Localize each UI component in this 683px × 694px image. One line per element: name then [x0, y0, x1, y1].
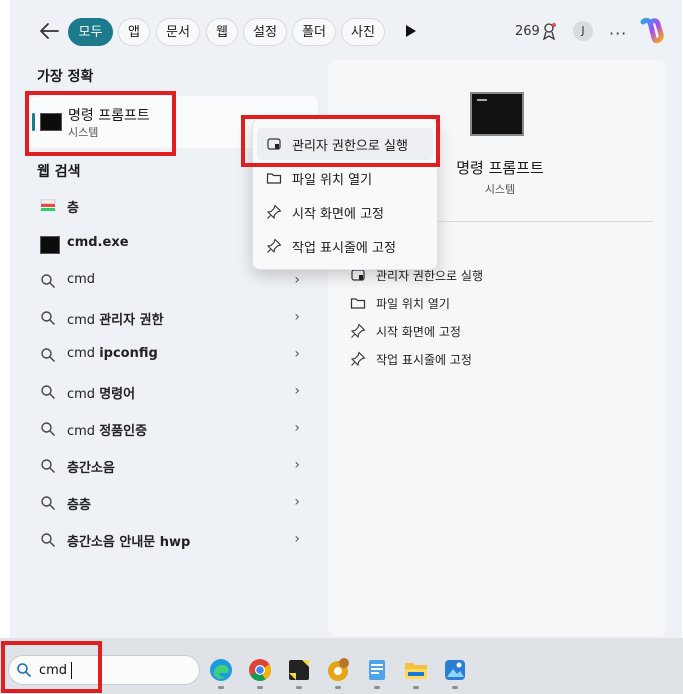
- menu-item-pin-to-start[interactable]: 시작 화면에 고정: [257, 196, 433, 228]
- search-icon: [41, 348, 55, 362]
- notepad-icon[interactable]: [364, 657, 390, 683]
- details-action-label: 시작 화면에 고정: [376, 325, 461, 339]
- search-icon: [41, 311, 55, 325]
- chevron-right-icon[interactable]: ›: [294, 494, 300, 510]
- search-icon: [41, 533, 55, 547]
- file-explorer-icon[interactable]: [403, 657, 429, 683]
- copilot-icon[interactable]: [637, 17, 665, 45]
- menu-item-label: 파일 위치 열기: [292, 173, 373, 188]
- menu-item-label: 시작 화면에 고정: [292, 207, 384, 222]
- result-label: 관리자 권한: [99, 313, 164, 328]
- details-action-open-location[interactable]: 파일 위치 열기: [350, 292, 630, 314]
- rewards-points: 269: [515, 24, 540, 39]
- chevron-right-icon[interactable]: ›: [294, 309, 300, 325]
- running-indicator: [335, 686, 341, 689]
- sticky-notes-icon[interactable]: [286, 657, 312, 683]
- more-options-icon[interactable]: ···: [609, 24, 627, 43]
- pin-icon: [350, 323, 366, 339]
- chevron-right-icon[interactable]: ›: [294, 531, 300, 547]
- web-result-cmd-commands[interactable]: cmd 명령어 ›: [30, 377, 310, 407]
- result-label: 층간소음 안내문 hwp: [67, 535, 191, 550]
- web-result-noise-notice[interactable]: 층간소음 안내문 hwp ›: [30, 525, 310, 555]
- running-indicator: [374, 686, 380, 689]
- cmd-exe-icon: [40, 236, 60, 254]
- details-action-label: 파일 위치 열기: [376, 297, 450, 311]
- filter-chip-folders[interactable]: 폴더: [292, 18, 336, 46]
- web-result-cmd-ipconfig[interactable]: cmd ipconfig ›: [30, 340, 310, 370]
- layers-app-icon: [40, 199, 56, 211]
- details-action-pin-taskbar[interactable]: 작업 표시줄에 고정: [350, 348, 630, 370]
- photos-icon[interactable]: [442, 657, 468, 683]
- chevron-right-icon[interactable]: ›: [294, 457, 300, 473]
- details-app-name: 명령 프롬프트: [456, 159, 544, 177]
- details-action-pin-start[interactable]: 시작 화면에 고정: [350, 320, 630, 342]
- folder-icon: [266, 173, 282, 184]
- running-indicator: [218, 686, 224, 689]
- filter-chip-settings[interactable]: 설정: [243, 18, 287, 46]
- chrome-icon[interactable]: [247, 657, 273, 683]
- edge-icon[interactable]: [208, 657, 234, 683]
- chevron-right-icon[interactable]: ›: [294, 420, 300, 436]
- chevron-right-icon[interactable]: ›: [294, 383, 300, 399]
- folder-icon: [350, 298, 366, 309]
- result-label: cmd.exe: [67, 235, 129, 250]
- play-more-filters-icon[interactable]: [405, 24, 417, 38]
- web-result-cmd-admin[interactable]: cmd 관리자 권한 ›: [30, 303, 310, 333]
- search-icon: [41, 459, 55, 473]
- search-icon: [41, 496, 55, 510]
- annotation-box-best-match: [25, 91, 176, 156]
- filter-chip-documents[interactable]: 문서: [156, 18, 200, 46]
- result-label: 명령어: [99, 387, 136, 402]
- filter-chip-photos[interactable]: 사진: [341, 18, 385, 46]
- web-result-noise[interactable]: 층간소음 ›: [30, 451, 310, 481]
- menu-item-label: 작업 표시줄에 고정: [292, 241, 396, 256]
- pin-icon: [266, 204, 282, 220]
- annotation-box-search: [1, 641, 102, 693]
- running-indicator: [257, 686, 263, 689]
- web-result-cmd[interactable]: cmd ›: [30, 266, 310, 296]
- menu-item-pin-to-taskbar[interactable]: 작업 표시줄에 고정: [257, 230, 433, 262]
- filter-chip-web[interactable]: 웹: [206, 18, 238, 46]
- running-indicator: [452, 686, 458, 689]
- command-prompt-large-icon: [470, 92, 524, 136]
- search-icon: [41, 422, 55, 436]
- details-action-label: 작업 표시줄에 고정: [376, 353, 472, 367]
- pin-icon: [266, 238, 282, 254]
- result-label: 층층: [67, 498, 91, 513]
- web-result-floors[interactable]: 층층 ›: [30, 488, 310, 518]
- user-avatar[interactable]: J: [573, 21, 593, 41]
- result-label: 층간소음: [67, 461, 115, 476]
- running-indicator: [413, 686, 419, 689]
- search-icon: [41, 274, 55, 288]
- filter-chip-apps[interactable]: 앱: [118, 18, 150, 46]
- web-result-cmd-activation[interactable]: cmd 정품인증 ›: [30, 414, 310, 444]
- rewards-trophy-icon[interactable]: [541, 22, 557, 40]
- filter-chip-all[interactable]: 모두: [68, 18, 113, 46]
- chevron-right-icon[interactable]: ›: [294, 272, 300, 288]
- back-arrow-icon[interactable]: [38, 20, 60, 42]
- result-label: 정품인증: [99, 424, 148, 439]
- search-icon: [41, 385, 55, 399]
- result-label: ipconfig: [99, 346, 158, 361]
- annotation-box-run-as-admin: [241, 115, 440, 167]
- details-app-type: 시스템: [484, 183, 516, 196]
- running-indicator: [296, 686, 302, 689]
- result-label: 층: [67, 201, 79, 216]
- best-match-title: 가장 정확: [37, 69, 94, 85]
- pin-icon: [350, 351, 366, 367]
- web-search-title: 웹 검색: [37, 164, 81, 180]
- chevron-right-icon[interactable]: ›: [294, 346, 300, 362]
- chrome-canary-icon[interactable]: [325, 657, 351, 683]
